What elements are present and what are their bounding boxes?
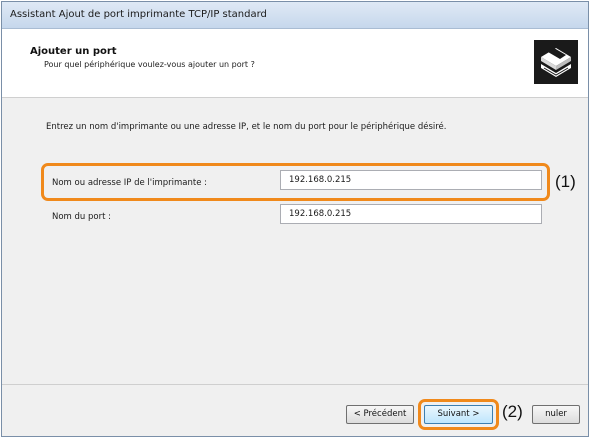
wizard-header: Ajouter un port Pour quel périphérique v… (2, 29, 588, 98)
wizard-window: Assistant Ajout de port imprimante TCP/I… (1, 1, 589, 437)
printer-address-input[interactable]: 192.168.0.215 (280, 170, 542, 190)
next-button[interactable]: Suivant > (424, 405, 493, 424)
printer-address-label: Nom ou adresse IP de l'imprimante : (52, 178, 208, 188)
header-subtitle: Pour quel périphérique voulez-vous ajout… (44, 60, 255, 69)
cancel-button[interactable]: nuler (532, 405, 580, 424)
instruction-text: Entrez un nom d'imprimante ou une adress… (46, 122, 447, 132)
header-title: Ajouter un port (30, 46, 117, 57)
back-button[interactable]: < Précédent (346, 405, 414, 424)
wizard-body: Entrez un nom d'imprimante ou une adress… (2, 98, 588, 384)
callout-1: (1) (555, 172, 576, 191)
printer-network-icon (534, 40, 578, 84)
footer-separator (2, 384, 588, 385)
window-title: Assistant Ajout de port imprimante TCP/I… (10, 9, 267, 20)
port-name-label: Nom du port : (52, 212, 112, 222)
callout-2: (2) (502, 402, 523, 421)
title-bar[interactable]: Assistant Ajout de port imprimante TCP/I… (2, 2, 588, 29)
port-name-input[interactable]: 192.168.0.215 (280, 204, 542, 224)
